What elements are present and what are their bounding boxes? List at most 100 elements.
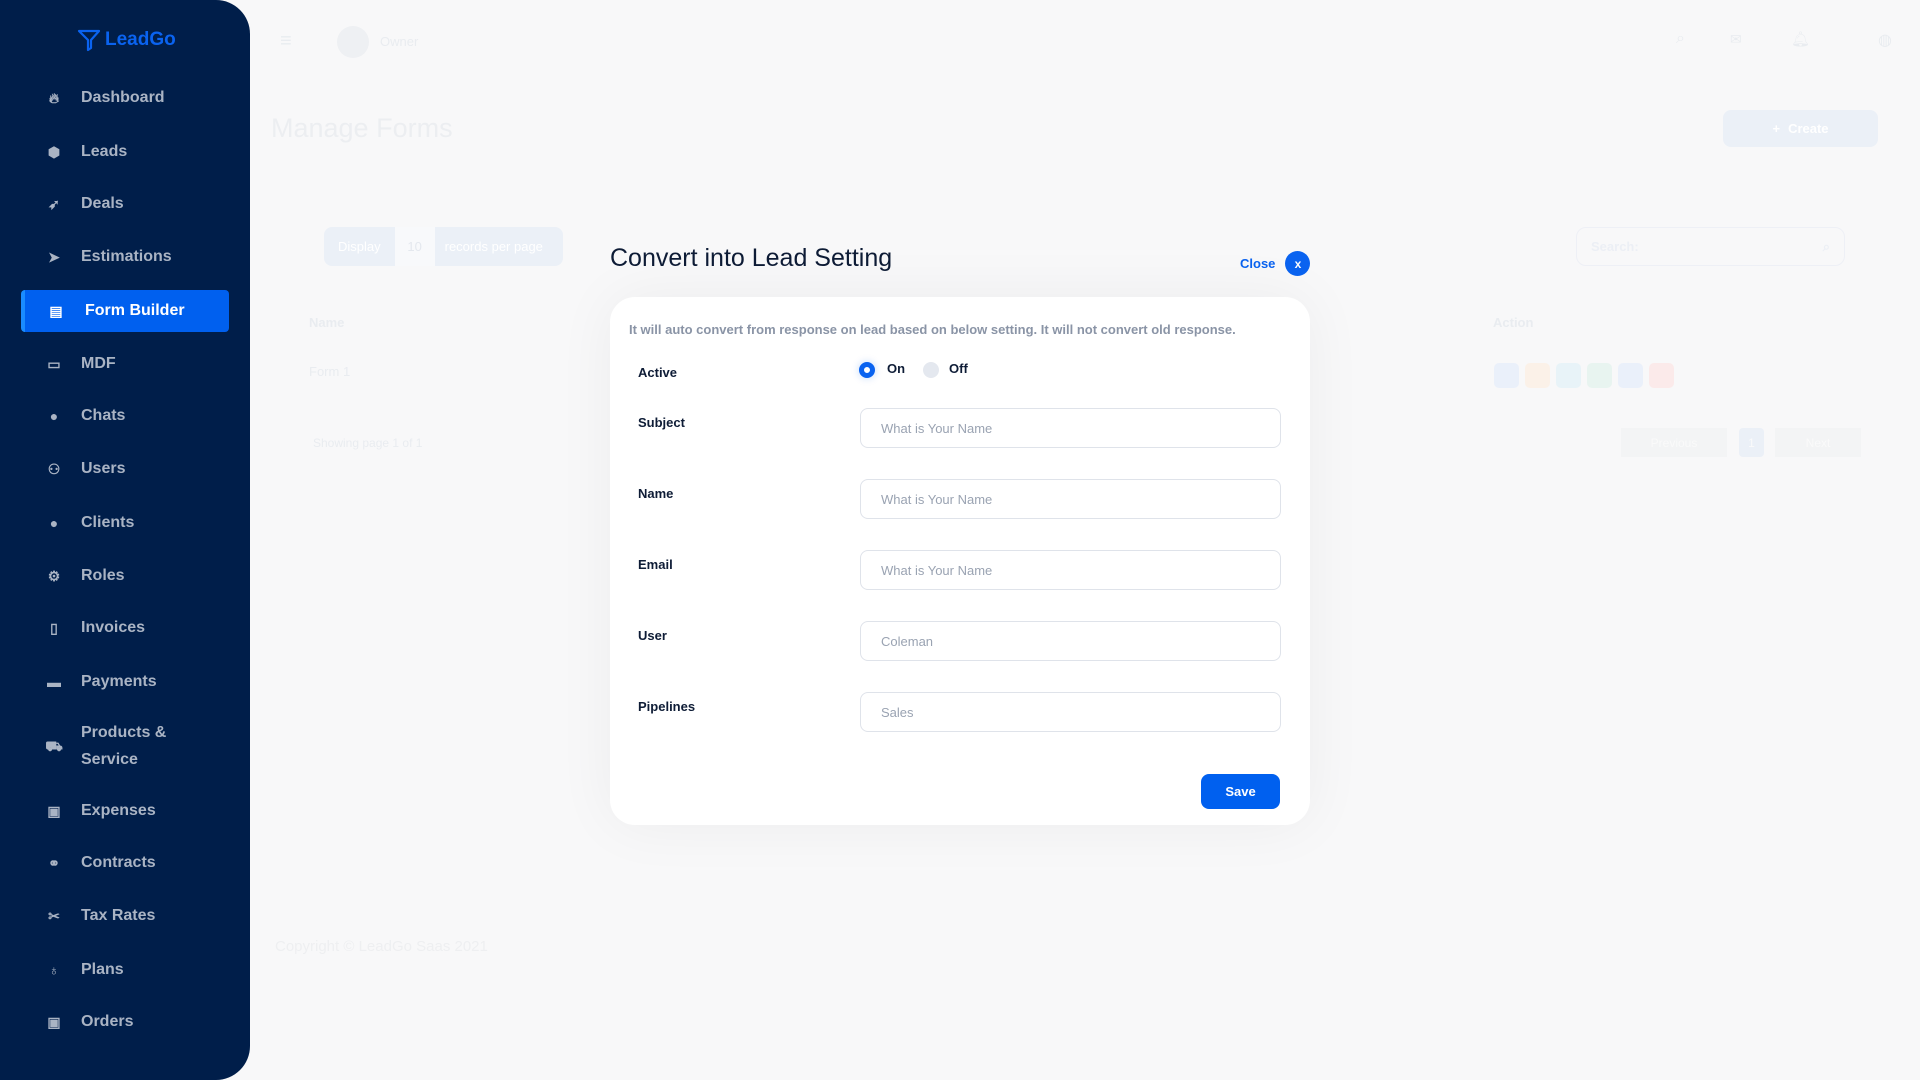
view-form-button[interactable]: [1494, 363, 1519, 388]
name-label: Name: [638, 486, 674, 501]
close-button[interactable]: Close x: [1240, 251, 1311, 276]
sidebar-item-orders[interactable]: ▣ Orders: [21, 1001, 229, 1043]
sidebar-item-label: Dashboard: [81, 89, 165, 106]
create-button[interactable]: + Create: [1723, 110, 1878, 147]
sidebar-item-mdf[interactable]: ▭ MDF: [21, 343, 229, 385]
active-off-radio[interactable]: [923, 362, 939, 378]
plus-icon: +: [1772, 121, 1781, 136]
sidebar-item-label: Products & Service: [81, 724, 167, 768]
money-bill-icon: ▣: [47, 1013, 61, 1030]
per-page-select[interactable]: 10: [394, 227, 435, 266]
description: It will auto convert from response on le…: [629, 322, 1236, 337]
email-label: Email: [638, 557, 673, 572]
user-icon: ●: [49, 515, 59, 531]
pagination-info: Showing page 1 of 1: [313, 436, 423, 450]
sidebar-item-users[interactable]: ⚇ Users: [21, 448, 229, 490]
globe-icon[interactable]: ◍: [1878, 30, 1892, 50]
sidebar-item-expenses[interactable]: ▣ Expenses: [21, 790, 229, 832]
name-input[interactable]: [860, 479, 1281, 519]
user-input[interactable]: [860, 621, 1281, 661]
comments-icon: ●: [49, 408, 59, 424]
row-actions: [1494, 363, 1674, 388]
sidebar-item-label: Users: [81, 460, 126, 477]
pipelines-label: Pipelines: [638, 699, 696, 714]
sidebar-item-label: MDF: [81, 355, 116, 372]
display-label: Display: [338, 239, 381, 254]
money-check-icon: ▭: [47, 355, 61, 372]
page-length-control: Display 10 records per page: [324, 227, 563, 266]
sidebar: LeadGo 🔥︎ Dashboard ⬢ Leads ➶ Deals ➤ Estimatio…: [0, 0, 250, 1080]
sidebar-item-clients[interactable]: ● Clients: [21, 502, 229, 544]
sidebar-item-label: Invoices: [81, 619, 146, 636]
sidebar-item-label: Tax Rates: [81, 907, 156, 924]
user-name: Owner: [380, 34, 419, 49]
subject-input[interactable]: [860, 408, 1281, 448]
funnel-icon: [77, 29, 101, 52]
active-label: Active: [638, 365, 678, 380]
bell-icon[interactable]: 🔔︎: [1791, 30, 1810, 48]
next-button[interactable]: Next: [1775, 428, 1861, 457]
logo[interactable]: LeadGo: [77, 28, 176, 52]
sidebar-item-label: Roles: [81, 567, 125, 584]
sidebar-item-chats[interactable]: ● Chats: [21, 395, 229, 437]
sidebar-item-invoices[interactable]: ▯ Invoices: [21, 607, 229, 649]
convert-button[interactable]: [1587, 363, 1612, 388]
sidebar-item-deals[interactable]: ➶ Deals: [21, 183, 229, 225]
sidebar-item-label: Payments: [81, 673, 157, 690]
active-on-label[interactable]: On: [887, 361, 905, 376]
sidebar-item-form-builder[interactable]: ▤ Form Builder: [21, 290, 229, 332]
sidebar-item-roles[interactable]: ⚙ Roles: [21, 555, 229, 597]
email-input[interactable]: [860, 550, 1281, 590]
sidebar-item-label: Form Builder: [85, 302, 185, 319]
modal-title: Convert into Lead Setting: [610, 244, 893, 272]
pipelines-input[interactable]: [860, 692, 1281, 732]
money-bill-icon: ▣: [47, 802, 61, 819]
search-icon: ⌕: [1822, 238, 1830, 254]
edit-button[interactable]: [1618, 363, 1643, 388]
sidebar-item-dashboard[interactable]: 🔥︎ Dashboard: [21, 77, 229, 119]
fire-icon: 🔥︎: [48, 89, 60, 106]
invoice-icon: ▯: [50, 619, 58, 636]
book-icon: ▤: [49, 302, 63, 319]
sidebar-item-label: Expenses: [81, 802, 156, 819]
grid-button[interactable]: [1525, 363, 1550, 388]
award-icon: ♁: [48, 962, 60, 978]
subject-label: Subject: [638, 415, 685, 430]
records-label: records per page: [444, 239, 543, 254]
save-button[interactable]: Save: [1201, 774, 1280, 809]
scissors-icon: ✂: [48, 907, 60, 924]
sidebar-item-estimations[interactable]: ➤ Estimations: [21, 236, 229, 278]
column-header-name[interactable]: Name: [309, 315, 344, 330]
credit-card-icon: ▬: [47, 674, 61, 690]
sidebar-item-contracts[interactable]: ⚭ Contracts: [21, 842, 229, 884]
dolly-icon: ⛟: [45, 737, 63, 754]
sidebar-item-label: Plans: [81, 961, 124, 978]
previous-button[interactable]: Previous: [1621, 428, 1727, 457]
sidebar-item-tax-rates[interactable]: ✂ Tax Rates: [21, 895, 229, 937]
sidebar-item-label: Leads: [81, 143, 128, 160]
users-icon: ⚇: [47, 460, 61, 477]
sidebar-item-label: Contracts: [81, 854, 156, 871]
active-on-radio[interactable]: [859, 362, 875, 378]
sidebar-item-payments[interactable]: ▬ Payments: [21, 661, 229, 703]
cube-icon: ⬢: [47, 143, 61, 160]
eye-button[interactable]: [1556, 363, 1581, 388]
hamburger-icon[interactable]: ≡: [280, 30, 292, 53]
active-off-label[interactable]: Off: [949, 361, 968, 376]
sidebar-item-label: Orders: [81, 1013, 134, 1030]
user-label: User: [638, 628, 667, 643]
delete-button[interactable]: [1649, 363, 1674, 388]
sidebar-item-leads[interactable]: ⬢ Leads: [21, 131, 229, 173]
copyright: Copyright © LeadGo Saas 2021: [275, 938, 488, 955]
page-title: Manage Forms: [271, 113, 453, 143]
mail-icon[interactable]: ✉: [1730, 31, 1742, 48]
sidebar-item-label: Estimations: [81, 248, 172, 265]
page-1-button[interactable]: 1: [1739, 428, 1764, 457]
close-icon: x: [1285, 251, 1311, 276]
sidebar-item-plans[interactable]: ♁ Plans: [21, 949, 229, 991]
sidebar-item-label: Chats: [81, 407, 126, 424]
sidebar-item-products-service[interactable]: ⛟ Products & Service: [21, 718, 229, 774]
avatar[interactable]: [337, 26, 369, 58]
search-icon[interactable]: ⌕: [1676, 30, 1685, 48]
table-search-input[interactable]: Search: ⌕: [1576, 227, 1845, 266]
